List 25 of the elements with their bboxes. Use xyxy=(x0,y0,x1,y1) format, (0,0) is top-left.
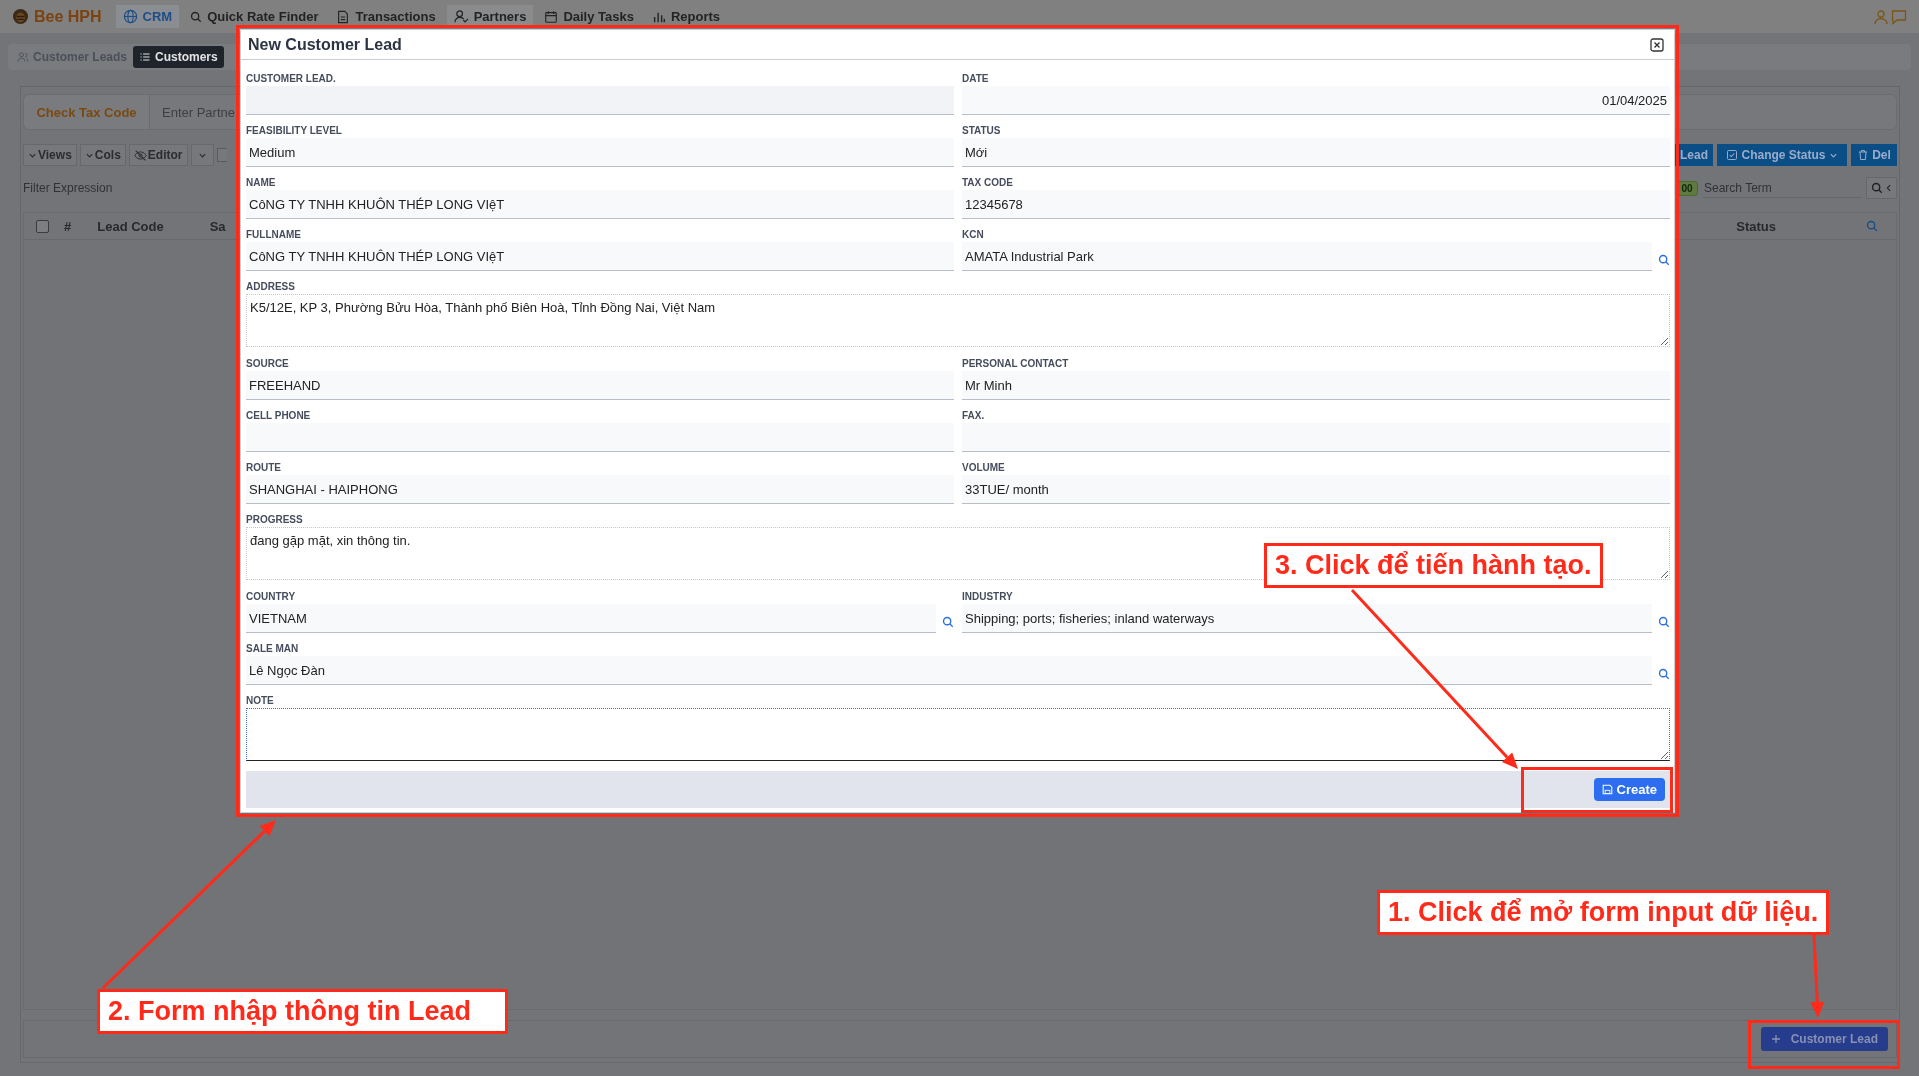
callout-tooltip: 1. Click để mở form input dữ liệu. xyxy=(1377,890,1830,935)
field-label: CELL PHONE xyxy=(246,409,312,423)
field-label: NAME xyxy=(246,176,277,190)
callout-tooltip: 2. Form nhập thông tin Lead xyxy=(97,989,508,1034)
field-label: FAX. xyxy=(962,409,986,423)
field-label: KCN xyxy=(962,228,985,242)
field-label: VOLUME xyxy=(962,461,1006,475)
field-label: TAX CODE xyxy=(962,176,1014,190)
field-label: FEASIBILITY LEVEL xyxy=(246,124,343,138)
field-label: PROGRESS xyxy=(246,513,304,527)
field-label: INDUSTRY xyxy=(962,590,1014,604)
field-label: SALE MAN xyxy=(246,642,300,656)
field-label: FULLNAME xyxy=(246,228,302,242)
field-label: CUSTOMER LEAD. xyxy=(246,72,337,86)
field-label: NOTE xyxy=(246,694,275,708)
field-label: ADDRESS xyxy=(246,280,296,294)
callout-tooltip: 3. Click để tiến hành tạo. xyxy=(1264,543,1603,588)
field-label: STATUS xyxy=(962,124,1002,138)
field-label: SOURCE xyxy=(246,357,290,371)
brand-name: Bee HPH xyxy=(34,7,102,26)
field-label: PERSONAL CONTACT xyxy=(962,357,1070,371)
field-label: COUNTRY xyxy=(246,590,297,604)
field-label: ROUTE xyxy=(246,461,282,475)
field-label: DATE xyxy=(962,72,990,86)
dialog-title: New Customer Lead xyxy=(248,35,402,54)
